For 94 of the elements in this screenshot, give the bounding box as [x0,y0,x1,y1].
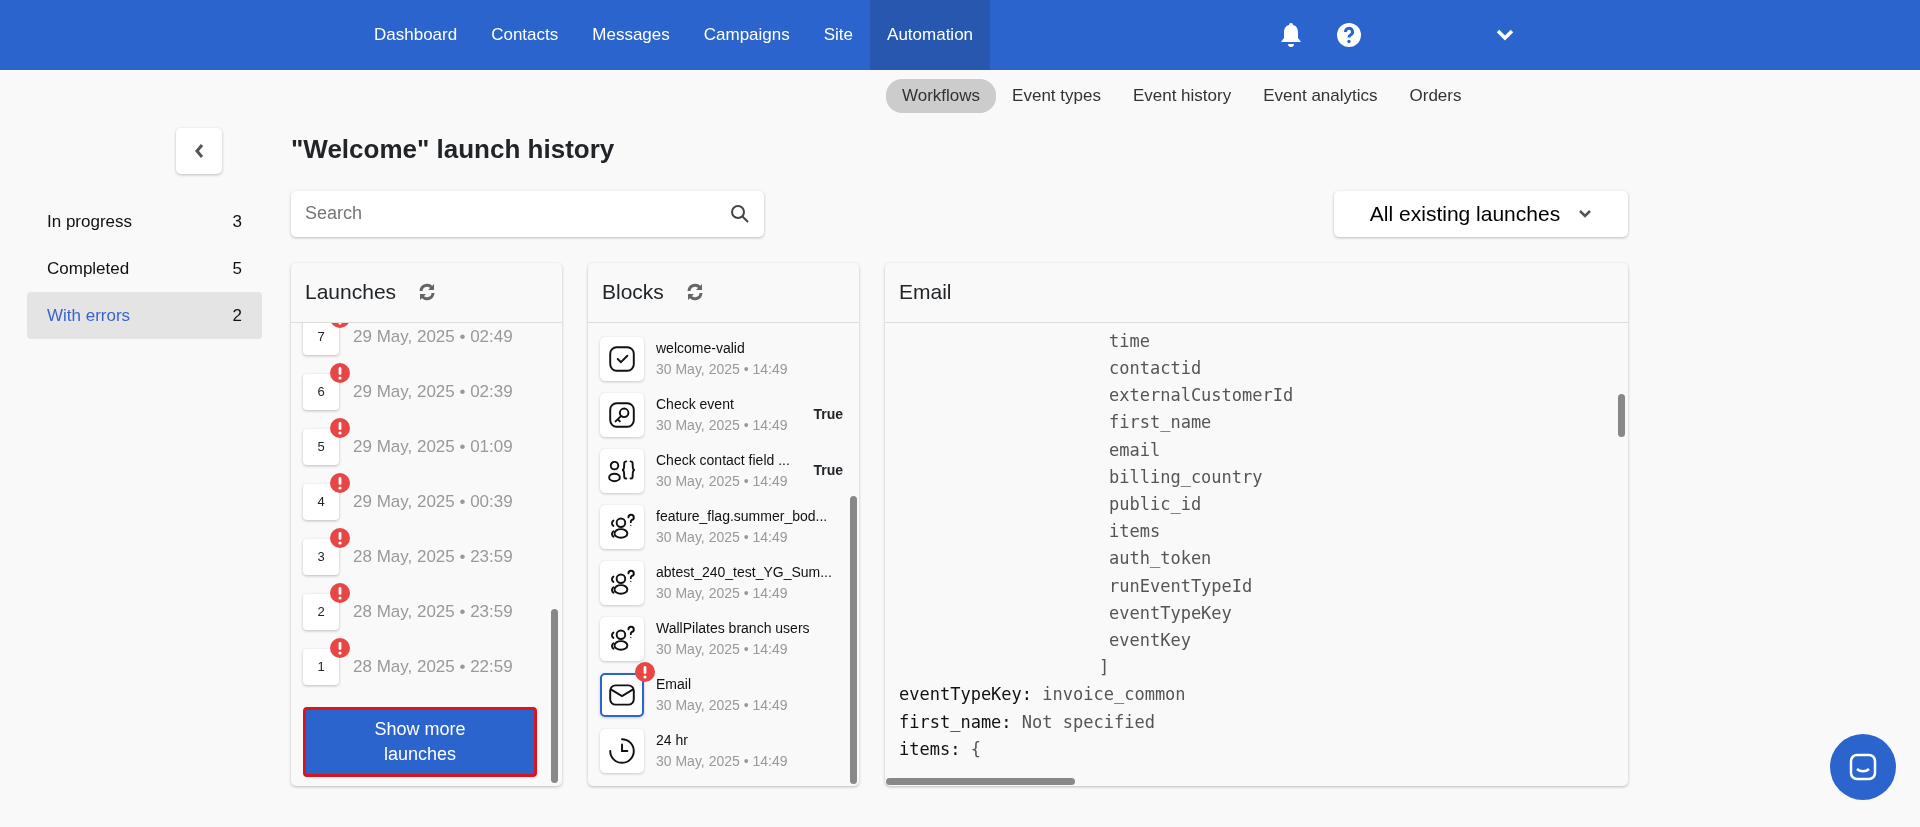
scrollbar-thumb[interactable] [886,777,1075,785]
block-date: 30 May, 2025 • 14:49 [656,695,788,715]
block-item[interactable] [600,560,644,605]
block-date: 30 May, 2025 • 14:49 [656,751,788,771]
code-line: first_name: Not specified [899,710,1156,734]
code-line: items [1108,520,1162,544]
launch-date: 28 May, 2025 • 23:59 [353,601,513,624]
chevron-down-icon [1578,209,1593,219]
code-line: ] [1098,656,1111,680]
launch-number[interactable]: 5 [303,429,339,466]
chevron-down-icon[interactable] [1496,29,1515,41]
nav-tab[interactable]: Automation [870,0,991,70]
block-item[interactable] [600,616,644,661]
block-name: Email [656,674,692,694]
scrollbar-thumb[interactable] [551,608,558,783]
chat-icon [1848,752,1878,782]
key-icon [607,399,637,430]
panel-title: Launches [305,279,397,306]
block-name: abtest_240_test_YG_Sum... [656,562,832,582]
subnav-tab[interactable]: Event types [996,79,1117,113]
back-button[interactable] [176,128,222,174]
block-result: True [813,405,843,425]
filter-item[interactable]: With errors 2 [27,292,262,339]
block-result: True [813,461,843,481]
scrollbar-thumb[interactable] [850,495,857,784]
subnav-tab[interactable]: Workflows [886,79,997,113]
block-name: 24 hr [656,730,689,750]
block-name: feature_flag.summer_bod... [656,506,828,526]
block-date: 30 May, 2025 • 14:49 [656,415,788,435]
launch-date: 29 May, 2025 • 00:39 [353,491,513,514]
nav-tab[interactable]: Campaigns [686,0,807,70]
block-item[interactable] [600,728,644,773]
code-line: externalCustomerId [1108,384,1295,408]
block-date: 30 May, 2025 • 14:49 [656,471,789,491]
code-line: eventTypeKey: invoice_common [899,683,1187,707]
timer-icon [607,735,637,766]
filter-item[interactable]: Completed 5 [27,245,262,292]
launch-number[interactable]: 3 [303,539,339,576]
block-item[interactable] [600,392,644,437]
launch-number[interactable]: 4 [303,484,339,521]
refresh-icon[interactable] [418,283,437,302]
code-line: items: { [899,737,982,761]
check-icon [607,343,637,374]
block-name: Check event [656,394,735,414]
panel-title: Blocks [602,279,664,306]
subnav-tab[interactable]: Event analytics [1247,79,1394,113]
block-name: WallPilates branch users [656,618,810,638]
launch-number[interactable]: 1 [303,649,339,686]
code-line: eventTypeKey [1108,601,1233,625]
page-title: "Welcome" launch history [291,133,616,165]
chevron-left-icon [194,143,204,159]
nav-tab[interactable]: Site [806,0,871,70]
code-line: auth_token [1108,547,1213,571]
code-line: billing_country [1108,465,1264,489]
code-line: contactid [1108,356,1203,380]
block-item[interactable] [600,504,644,549]
nav-tab[interactable]: Contacts [474,0,576,70]
scrollbar-thumb[interactable] [1618,393,1625,437]
code-line: email [1108,438,1162,462]
code-line: public_id [1108,492,1203,516]
filter-item[interactable]: In progress 3 [27,198,262,245]
search-field[interactable]: Search [291,190,764,237]
nav-tab[interactable]: Dashboard [357,0,475,70]
launch-date: 28 May, 2025 • 23:59 [353,546,513,569]
launch-number[interactable]: 6 [303,374,339,411]
bell-icon[interactable] [1280,22,1303,48]
block-name: welcome-valid [656,338,746,358]
launch-date: 29 May, 2025 • 01:09 [353,436,513,459]
block-item[interactable] [600,672,644,717]
subnav-tab[interactable]: Orders [1393,79,1478,113]
code-line: first_name [1108,411,1213,435]
code-line: time [1108,329,1151,353]
code-line: eventKey [1108,628,1192,652]
panel-title: Email [899,279,952,306]
help-icon[interactable] [1336,22,1363,48]
block-item[interactable] [600,336,644,381]
block-date: 30 May, 2025 • 14:49 [656,583,789,603]
code-line: runEventTypeId [1108,574,1254,598]
nav-tab[interactable]: Messages [575,0,687,70]
block-date: 30 May, 2025 • 14:49 [656,527,789,547]
block-date: 30 May, 2025 • 14:49 [656,639,789,659]
launch-number[interactable]: 7 [303,322,339,356]
launch-date: 28 May, 2025 • 22:59 [353,656,513,679]
block-name: Check contact field ... [656,450,790,470]
launch-number[interactable]: 2 [303,594,339,631]
launch-date: 29 May, 2025 • 02:49 [353,326,513,349]
block-date: 30 May, 2025 • 14:49 [656,359,788,379]
block-item[interactable] [600,448,644,493]
launch-date: 29 May, 2025 • 02:39 [353,381,513,404]
refresh-icon[interactable] [685,283,704,302]
show-more-button[interactable]: Show more launches [303,706,537,777]
subnav-tab[interactable]: Event history [1116,79,1248,113]
launch-filter-dropdown[interactable]: All existing launches [1334,190,1628,237]
search-icon [730,203,750,224]
